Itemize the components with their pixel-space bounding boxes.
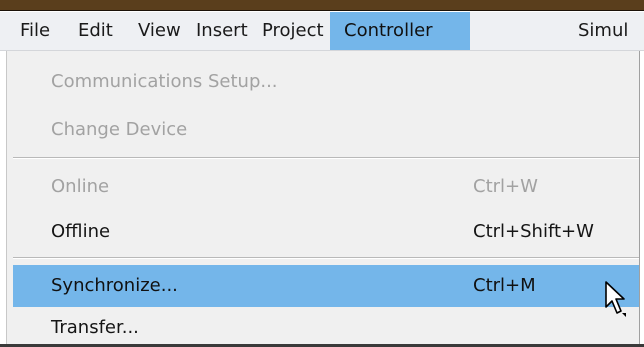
menu-item-label: Transfer... xyxy=(51,317,139,338)
app-window: File Edit View Insert Project Controller… xyxy=(0,0,644,347)
menu-item-synchronize[interactable]: Synchronize... Ctrl+M xyxy=(13,265,639,307)
menu-item-offline[interactable]: Offline Ctrl+Shift+W xyxy=(13,211,639,253)
menu-item-label: Change Device xyxy=(51,119,188,140)
menu-simulate[interactable]: Simul xyxy=(568,12,638,50)
menu-project[interactable]: Project xyxy=(252,12,334,50)
menu-separator xyxy=(13,257,639,259)
menu-separator xyxy=(13,157,639,159)
menu-item-change-device[interactable]: Change Device xyxy=(13,109,639,151)
controller-dropdown-menu: Communications Setup... Change Device On… xyxy=(6,51,640,347)
menu-file[interactable]: File xyxy=(10,12,60,50)
menu-item-label: Communications Setup... xyxy=(51,71,278,92)
menu-controller[interactable]: Controller xyxy=(330,12,470,50)
menu-item-shortcut: Ctrl+M xyxy=(473,275,536,296)
menu-item-label: Offline xyxy=(51,221,111,242)
menu-item-shortcut: Ctrl+W xyxy=(473,176,538,197)
menu-item-transfer[interactable]: Transfer... xyxy=(13,307,639,347)
mouse-pointer-icon xyxy=(605,281,626,317)
menu-bar: File Edit View Insert Project Controller… xyxy=(0,12,644,51)
menu-item-label: Online xyxy=(51,176,110,197)
menu-item-shortcut: Ctrl+Shift+W xyxy=(473,221,594,242)
menu-item-label: Synchronize... xyxy=(51,275,178,296)
menu-insert[interactable]: Insert xyxy=(186,12,258,50)
menu-item-communications-setup[interactable]: Communications Setup... xyxy=(13,61,639,103)
title-strip-border xyxy=(0,10,644,11)
menu-edit[interactable]: Edit xyxy=(68,12,123,50)
menu-view[interactable]: View xyxy=(128,12,191,50)
menu-item-online[interactable]: Online Ctrl+W xyxy=(13,166,639,208)
